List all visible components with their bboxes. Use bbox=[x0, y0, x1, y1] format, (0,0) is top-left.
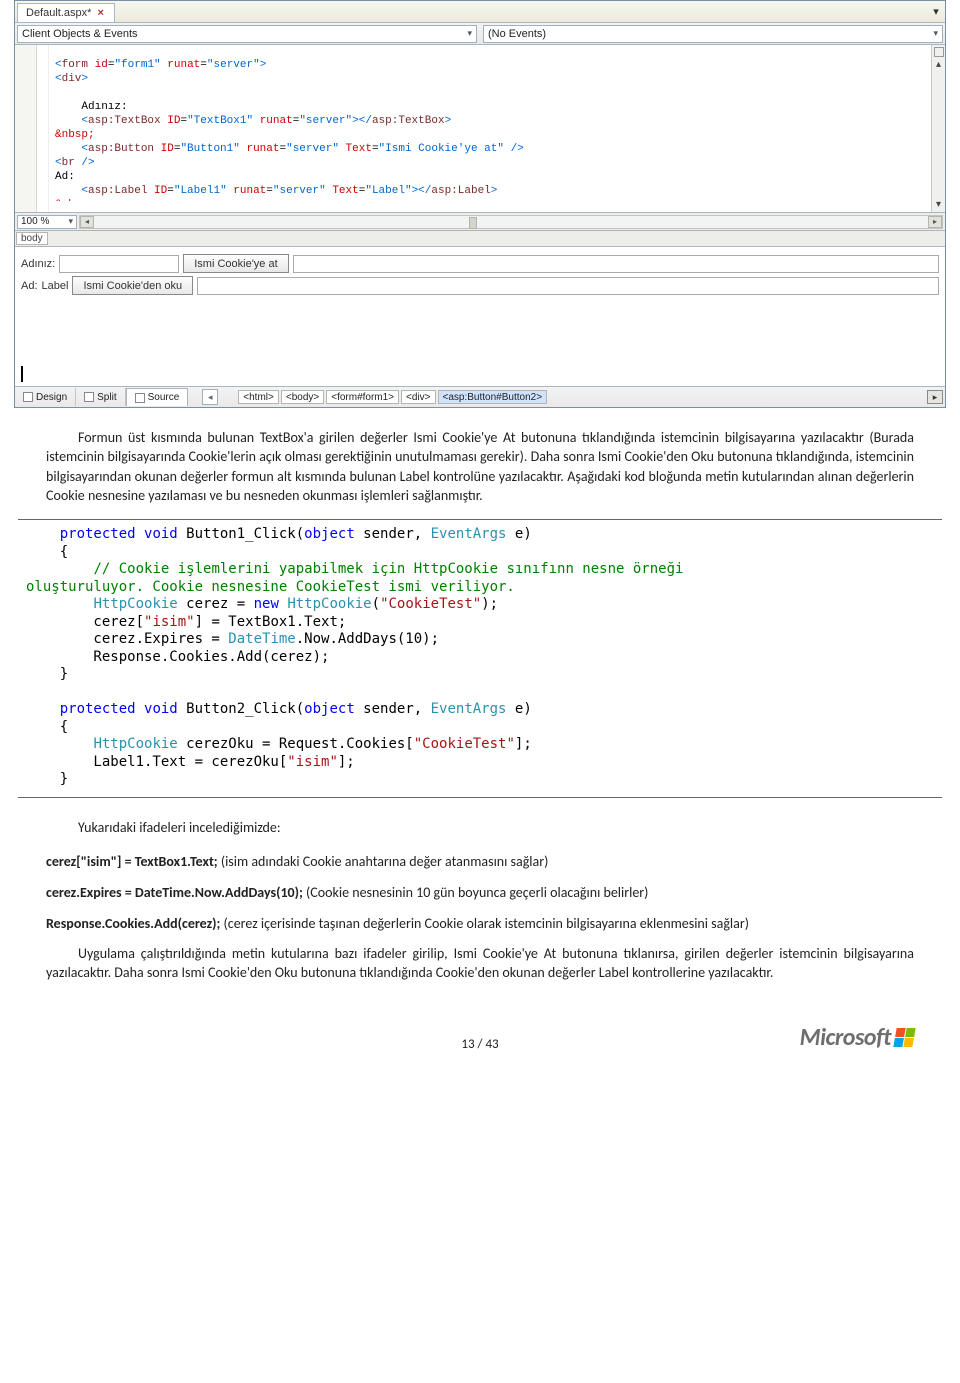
tab-split[interactable]: Split bbox=[76, 388, 125, 406]
textbox1[interactable] bbox=[59, 255, 179, 273]
explain-line-1-text: (isim adındaki Cookie anahtarına değer a… bbox=[218, 853, 549, 870]
design-icon bbox=[23, 392, 33, 402]
paragraph-intro: Formun üst kısmında bulunan TextBox'a gi… bbox=[46, 428, 914, 505]
split-icon[interactable] bbox=[934, 47, 944, 57]
designer-surface[interactable]: Adınız: Ismi Cookie'ye at Ad: Label Ismi… bbox=[15, 247, 945, 387]
microsoft-logo-text: Microsoft bbox=[800, 1023, 891, 1052]
object-selector-value: Client Objects & Events bbox=[22, 28, 138, 40]
explain-line-2-code: cerez.Expires = DateTime.Now.AddDays(10)… bbox=[46, 884, 303, 901]
zoom-selector[interactable]: 100 % ▾ bbox=[17, 215, 77, 229]
chevron-down-icon: ▾ bbox=[933, 28, 938, 39]
ide-screenshot: Default.aspx* × ▾ Client Objects & Event… bbox=[14, 0, 946, 408]
explain-line-3-text: (cerez içerisinde taşınan değerlerin Coo… bbox=[220, 915, 749, 932]
vertical-scroll-strip[interactable]: ▴ ▾ bbox=[931, 45, 945, 212]
tab-design-label: Design bbox=[36, 392, 67, 403]
tab-source-label: Source bbox=[148, 392, 180, 403]
file-tab-label: Default.aspx* bbox=[26, 7, 91, 19]
crumb-button2[interactable]: <asp:Button#Button2> bbox=[438, 390, 548, 404]
tag-path-seg[interactable]: body bbox=[16, 232, 48, 245]
designer-label-adiniz: Adınız: bbox=[21, 258, 55, 270]
split-icon bbox=[84, 392, 94, 402]
source-icon bbox=[135, 393, 145, 403]
view-tabs: Design Split Source ◂ <html> <body> <for… bbox=[15, 387, 945, 407]
close-icon[interactable]: × bbox=[97, 7, 103, 19]
breadcrumb: <html> <body> <form#form1> <div> <asp:Bu… bbox=[238, 390, 547, 404]
scroll-down-icon[interactable]: ▾ bbox=[936, 199, 941, 210]
crumb-nav-right[interactable]: ▸ bbox=[927, 390, 943, 404]
scroll-left-icon[interactable]: ◂ bbox=[80, 216, 94, 228]
label1-text: Label bbox=[42, 280, 69, 292]
scroll-right-icon[interactable]: ▸ bbox=[928, 216, 942, 228]
explain-line-1-code: cerez["isim"] = TextBox1.Text; bbox=[46, 853, 218, 870]
layout-placeholder bbox=[293, 255, 939, 273]
crumb-nav-left[interactable]: ◂ bbox=[202, 389, 218, 405]
scroll-up-icon[interactable]: ▴ bbox=[936, 59, 941, 70]
explain-line-2-text: (Cookie nesnesinin 10 gün boyunca geçerl… bbox=[303, 884, 649, 901]
caret-icon bbox=[21, 366, 23, 382]
ide-toolbar: Client Objects & Events ▾ (No Events) ▾ bbox=[15, 23, 945, 45]
crumb-div[interactable]: <div> bbox=[401, 390, 435, 404]
page-footer: 13 / 43 Microsoft bbox=[46, 1023, 914, 1052]
zoom-scroll-row: 100 % ▾ ◂ ▸ bbox=[15, 213, 945, 231]
event-selector[interactable]: (No Events) ▾ bbox=[483, 25, 943, 43]
line-after-code: Yukarıdaki ifadeleri incelediğimizde: bbox=[46, 818, 914, 837]
file-tab[interactable]: Default.aspx* × bbox=[17, 3, 115, 22]
explain-line-1: cerez["isim"] = TextBox1.Text; (isim adı… bbox=[46, 851, 914, 872]
outline-gutter bbox=[37, 45, 49, 212]
explain-line-2: cerez.Expires = DateTime.Now.AddDays(10)… bbox=[46, 882, 914, 903]
chevron-down-icon: ▾ bbox=[467, 28, 472, 39]
crumb-body[interactable]: <body> bbox=[281, 390, 324, 404]
tab-split-label: Split bbox=[97, 392, 116, 403]
windows-flag-icon bbox=[893, 1028, 915, 1047]
crumb-form[interactable]: <form#form1> bbox=[326, 390, 399, 404]
margin-gutter bbox=[15, 45, 37, 212]
button-cookie-read[interactable]: Ismi Cookie'den oku bbox=[72, 276, 193, 295]
tab-source[interactable]: Source bbox=[126, 388, 189, 406]
explain-line-3: Response.Cookies.Add(cerez); (cerez içer… bbox=[46, 913, 914, 934]
chevron-down-icon: ▾ bbox=[68, 216, 73, 227]
code-text[interactable]: <form id="form1" runat="server"> <div> A… bbox=[49, 56, 931, 201]
ide-tabstrip: Default.aspx* × ▾ bbox=[15, 1, 945, 23]
zoom-value: 100 % bbox=[21, 216, 49, 227]
event-selector-value: (No Events) bbox=[488, 28, 546, 40]
page-number: 13 / 43 bbox=[461, 1037, 498, 1052]
layout-placeholder bbox=[197, 277, 939, 295]
designer-label-ad: Ad: bbox=[21, 280, 38, 292]
microsoft-logo: Microsoft bbox=[800, 1023, 914, 1052]
button-cookie-set[interactable]: Ismi Cookie'ye at bbox=[183, 254, 288, 273]
scroll-thumb[interactable] bbox=[94, 216, 928, 228]
object-selector[interactable]: Client Objects & Events ▾ bbox=[17, 25, 477, 43]
crumb-html[interactable]: <html> bbox=[238, 390, 279, 404]
code-block: protected void Button1_Click(object send… bbox=[18, 519, 942, 798]
tab-design[interactable]: Design bbox=[15, 388, 76, 406]
tag-path-row: body bbox=[15, 231, 945, 247]
pin-icon[interactable]: ▾ bbox=[927, 1, 945, 22]
explain-line-3-code: Response.Cookies.Add(cerez); bbox=[46, 915, 220, 932]
horizontal-scrollbar[interactable]: ◂ ▸ bbox=[79, 215, 943, 229]
code-editor[interactable]: <form id="form1" runat="server"> <div> A… bbox=[15, 45, 945, 213]
paragraph-outro: Uygulama çalıştırıldığında metin kutular… bbox=[46, 944, 914, 983]
